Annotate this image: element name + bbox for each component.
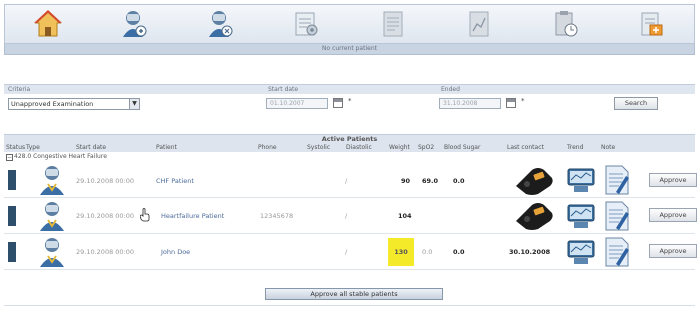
diastolic-cell: / <box>345 248 348 256</box>
status-indicator <box>8 170 16 190</box>
start-date-label: Start date <box>268 86 299 93</box>
patient-add-icon[interactable] <box>117 8 151 40</box>
start-date-input[interactable]: 01.10.2007 <box>266 98 328 109</box>
criteria-select-value: Unapproved Examination <box>11 100 94 108</box>
status-indicator <box>8 242 16 262</box>
note-icon[interactable] <box>604 236 630 268</box>
col-phone[interactable]: Phone <box>258 143 277 152</box>
start-date-calendar-icon[interactable] <box>333 98 343 108</box>
current-patient-status: No current patient <box>4 44 695 55</box>
col-patient[interactable]: Patient <box>156 143 177 152</box>
col-spo2[interactable]: SpO2 <box>418 143 434 152</box>
group-label: 428.0 Congestive Heart Failure <box>14 153 107 160</box>
main-toolbar <box>4 4 695 44</box>
start-date-cell: 29.10.2008 00:00 <box>76 177 135 185</box>
clipboard-icon[interactable] <box>548 8 582 40</box>
approve-button[interactable]: Approve <box>649 173 697 187</box>
settings-icon[interactable] <box>289 8 323 40</box>
approve-all-button[interactable]: Approve all stable patients <box>265 288 443 300</box>
patient-link[interactable]: CHF Patient <box>156 177 194 185</box>
table-row[interactable]: 29.10.2008 00:00 Heartfailure Patient 12… <box>4 198 697 234</box>
active-patients-title: Active Patients <box>4 134 695 143</box>
col-trend[interactable]: Trend <box>567 143 583 152</box>
note-icon[interactable] <box>604 164 630 196</box>
patient-type-icon <box>40 166 64 195</box>
divider <box>4 305 695 306</box>
hand-cursor-icon <box>140 208 150 222</box>
trend-chart-icon[interactable] <box>566 201 596 231</box>
start-date-clear-icon[interactable]: * <box>348 97 352 105</box>
filter-header: Criteria Start date Ended <box>4 84 695 94</box>
phone-cell: 12345678 <box>260 212 294 220</box>
end-date-label: Ended <box>441 86 460 93</box>
col-weight[interactable]: Weight <box>389 143 410 152</box>
col-systolic[interactable]: Systolic <box>307 143 330 152</box>
patient-type-icon <box>40 238 64 267</box>
end-date-clear-icon[interactable]: * <box>521 97 525 105</box>
start-date-cell: 29.10.2008 00:00 <box>76 248 135 256</box>
spo2-cell: 69.0 <box>422 177 439 185</box>
approve-button[interactable]: Approve <box>649 244 697 258</box>
table-header: Status Type Start date Patient Phone Sys… <box>4 143 695 152</box>
home-icon[interactable] <box>31 8 65 40</box>
weight-alert-cell: 130 <box>388 238 414 266</box>
col-diastolic[interactable]: Diastolic <box>346 143 372 152</box>
trend-chart-icon[interactable] <box>566 237 596 267</box>
col-type[interactable]: Type <box>26 143 40 152</box>
status-indicator <box>8 206 16 226</box>
trend-chart-icon[interactable] <box>566 165 596 195</box>
patient-type-icon <box>40 202 64 231</box>
col-note[interactable]: Note <box>601 143 615 152</box>
start-date-cell: 29.10.2008 00:00 <box>76 212 135 220</box>
table-row[interactable]: 29.10.2008 00:00 CHF Patient / 90 69.0 0… <box>4 162 697 198</box>
diastolic-cell: / <box>345 177 348 185</box>
blood-sugar-cell: 0.0 <box>453 248 465 256</box>
spo2-cell: 0.0 <box>422 248 433 256</box>
patient-edit-icon[interactable] <box>203 8 237 40</box>
note-icon[interactable] <box>604 200 630 232</box>
blood-sugar-cell: 0.0 <box>453 177 465 185</box>
patient-link[interactable]: John Doe <box>161 248 190 256</box>
weight-cell: 104 <box>398 212 412 220</box>
end-date-input[interactable]: 31.10.2008 <box>439 98 501 109</box>
report-icon[interactable] <box>376 8 410 40</box>
monitor-device-icon[interactable] <box>512 164 556 196</box>
end-date-calendar-icon[interactable] <box>506 98 516 108</box>
criteria-select[interactable]: Unapproved Examination ▼ <box>8 98 140 110</box>
chevron-down-icon[interactable]: ▼ <box>129 99 139 109</box>
table-row[interactable]: 29.10.2008 00:00 John Doe / 130 0.0 0.0 … <box>4 234 697 270</box>
criteria-label: Criteria <box>8 86 31 93</box>
col-blood-sugar[interactable]: Blood Sugar <box>444 143 480 152</box>
weight-cell: 90 <box>401 177 411 185</box>
search-button[interactable]: Search <box>614 97 658 110</box>
diastolic-cell: / <box>345 212 348 220</box>
export-icon[interactable] <box>634 8 668 40</box>
approve-button[interactable]: Approve <box>649 208 697 222</box>
monitor-device-icon[interactable] <box>512 199 556 231</box>
patient-link[interactable]: Heartfailure Patient <box>161 212 224 220</box>
col-last-contact[interactable]: Last contact <box>507 143 544 152</box>
last-contact-cell: 30.10.2008 <box>509 248 551 256</box>
group-row[interactable]: −428.0 Congestive Heart Failure <box>6 153 107 161</box>
col-start-date[interactable]: Start date <box>76 143 106 152</box>
col-status[interactable]: Status <box>6 143 25 152</box>
report-chart-icon[interactable] <box>462 8 496 40</box>
collapse-icon[interactable]: − <box>6 154 13 161</box>
